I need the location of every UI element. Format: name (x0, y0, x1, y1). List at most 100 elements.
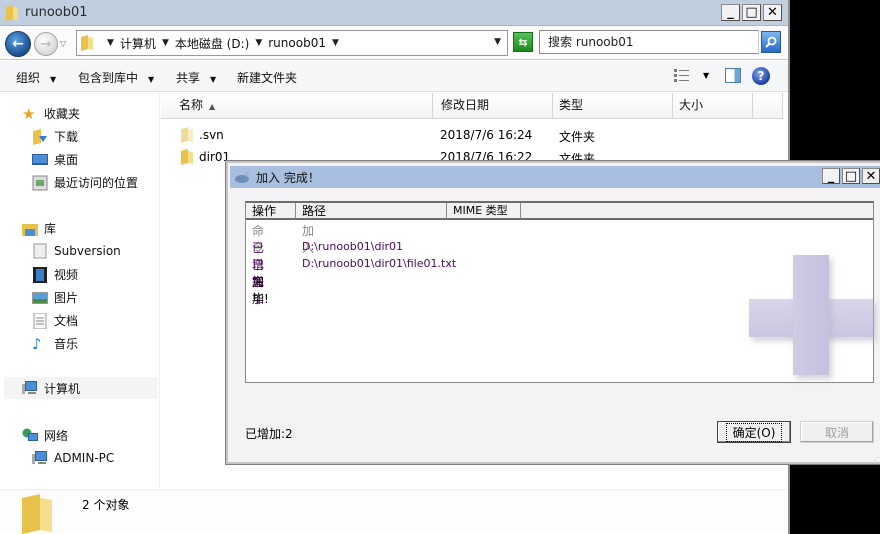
column-header-filler (521, 203, 873, 220)
view-options-icon[interactable] (674, 69, 690, 82)
column-header-size[interactable]: 大小 (673, 93, 753, 119)
computer-icon (22, 381, 37, 394)
item-count: 2 个对象 (82, 498, 130, 512)
sidebar-item-documents[interactable]: 文档 (32, 312, 78, 329)
history-dropdown-icon[interactable]: ▽ (60, 39, 66, 48)
sidebar-item-music[interactable]: ♪ 音乐 (32, 335, 78, 352)
star-icon: ★ (22, 104, 36, 123)
cancel-button[interactable]: 取消 (800, 421, 874, 443)
sidebar-item-videos[interactable]: 视频 (32, 266, 78, 283)
sidebar-item-desktop[interactable]: 桌面 (32, 151, 78, 168)
forward-button[interactable]: → (34, 32, 58, 56)
title-bar[interactable]: runoob01 _ □ ✕ (0, 0, 788, 26)
search-button[interactable] (761, 31, 781, 53)
address-field[interactable]: ▼ 计算机 ▼ 本地磁盘 (D:) ▼ runoob01 ▼ ▼ (76, 30, 508, 56)
dialog-close-button[interactable]: ✕ (862, 168, 880, 184)
refresh-button[interactable]: ⇆ (513, 32, 533, 52)
sidebar-item-subversion[interactable]: Subversion (32, 243, 121, 259)
sidebar-item-pictures[interactable]: 图片 (32, 289, 78, 306)
pictures-icon (32, 291, 48, 304)
sidebar-label: ADMIN-PC (54, 451, 115, 465)
share-button[interactable]: 共享 ▼ (176, 69, 216, 86)
include-library-button[interactable]: 包含到库中 ▼ (78, 69, 154, 86)
sidebar-item-computer[interactable]: 计算机 (4, 377, 158, 399)
libraries-icon (22, 223, 38, 236)
sidebar-item-network[interactable]: 网络 (22, 427, 68, 444)
ok-button[interactable]: 确定(O) (717, 421, 791, 443)
ok-label: 确定(O) (725, 422, 783, 442)
added-count: 已增加:2 (245, 427, 293, 441)
caret-down-icon: ▼ (148, 75, 155, 84)
breadcrumb-chevron-icon[interactable]: ▼ (162, 38, 169, 48)
row-path: D:\runoob01\dir01 (302, 240, 404, 253)
address-dropdown-icon[interactable]: ▼ (494, 37, 501, 47)
status-bar: 2 个对象 (0, 489, 788, 534)
column-header-date[interactable]: 修改日期 (433, 93, 553, 119)
organize-button[interactable]: 组织 ▼ (16, 69, 56, 86)
column-header-extra[interactable] (753, 93, 783, 119)
column-header-type[interactable]: 类型 (553, 93, 673, 119)
folder-icon (81, 35, 93, 51)
navigation-pane: ★ 收藏夹 下载 桌面 最近访问的位置 库 Subversion 视频 图片 文… (0, 93, 160, 488)
arrow-left-icon: ← (12, 36, 24, 52)
breadcrumb-chevron-icon[interactable]: ▼ (255, 38, 262, 48)
add-complete-dialog: 加入 完成！ _ □ ✕ 操作 路径 MIME 类型 命令 加入 已增加 D:\… (225, 160, 880, 465)
sidebar-label: 图片 (54, 291, 79, 305)
column-header-mime[interactable]: MIME 类型 (447, 203, 521, 220)
row-action: 完毕! (252, 275, 269, 306)
search-icon (765, 36, 777, 48)
desktop-icon (32, 153, 48, 165)
sidebar-label: 计算机 (44, 381, 81, 396)
sidebar-item-recent-places[interactable]: 最近访问的位置 (32, 174, 138, 191)
help-icon[interactable]: ? (752, 67, 770, 85)
column-header-name[interactable]: 名称 ▲ (161, 93, 433, 119)
caret-down-icon: ▼ (50, 75, 57, 84)
caret-down-icon: ▼ (210, 75, 217, 84)
breadcrumb-computer[interactable]: 计算机 (120, 35, 156, 52)
breadcrumb-drive[interactable]: 本地磁盘 (D:) (175, 35, 249, 52)
column-header-action[interactable]: 操作 (246, 203, 296, 220)
sidebar-item-libraries[interactable]: 库 (22, 220, 56, 237)
breadcrumb-chevron-icon[interactable]: ▼ (332, 38, 339, 48)
folder-icon (181, 127, 193, 143)
file-row[interactable]: .svn 2018/7/6 16:24 文件夹 (161, 126, 781, 146)
sidebar-label: 最近访问的位置 (54, 176, 139, 190)
back-button[interactable]: ← (5, 31, 31, 57)
sidebar-item-admin-pc[interactable]: ADMIN-PC (32, 450, 114, 466)
action-list[interactable]: 操作 路径 MIME 类型 命令 加入 已增加 D:\runoob01\dir0… (245, 201, 874, 383)
breadcrumb-chevron-icon[interactable]: ▼ (107, 38, 114, 48)
dialog-minimize-button[interactable]: _ (822, 168, 840, 184)
sidebar-label: 库 (44, 222, 57, 236)
maximize-button[interactable]: □ (742, 4, 761, 21)
refresh-icon: ⇆ (518, 35, 528, 49)
column-label: 名称 (179, 98, 204, 112)
tortoisesvn-icon (235, 171, 250, 183)
close-button[interactable]: ✕ (763, 4, 782, 21)
search-input[interactable]: 搜索 runoob01 (539, 30, 759, 54)
sidebar-label: 音乐 (54, 337, 79, 351)
sort-ascending-icon: ▲ (209, 102, 216, 111)
file-type: 文件夹 (559, 130, 596, 144)
column-header-path[interactable]: 路径 (296, 203, 447, 220)
sidebar-label: 收藏夹 (44, 107, 81, 121)
view-dropdown-icon[interactable]: ▼ (703, 71, 709, 80)
dialog-title: 加入 完成！ (256, 171, 320, 185)
breadcrumb-folder[interactable]: runoob01 (268, 36, 326, 50)
folder-icon (22, 494, 52, 534)
arrow-right-icon: → (40, 36, 52, 52)
resize-grip-icon[interactable]: ⋰ (874, 453, 880, 462)
new-folder-button[interactable]: 新建文件夹 (237, 69, 297, 86)
sidebar-item-downloads[interactable]: 下载 (32, 128, 78, 145)
documents-icon (33, 312, 47, 329)
sidebar-label: 网络 (44, 429, 69, 443)
preview-pane-icon[interactable] (725, 68, 741, 83)
command-bar: 组织 ▼ 包含到库中 ▼ 共享 ▼ 新建文件夹 ▼ ? (0, 61, 788, 92)
sidebar-label: 下载 (54, 130, 79, 144)
dialog-maximize-button[interactable]: □ (842, 168, 860, 184)
sidebar-item-favorites[interactable]: ★ 收藏夹 (22, 105, 80, 122)
sidebar-label: 文档 (54, 314, 79, 328)
minimize-button[interactable]: _ (721, 4, 740, 21)
video-icon (33, 266, 47, 283)
dialog-title-bar[interactable]: 加入 完成！ _ □ ✕ (230, 166, 880, 188)
row-path: D:\runoob01\dir01\file01.txt (302, 257, 457, 270)
